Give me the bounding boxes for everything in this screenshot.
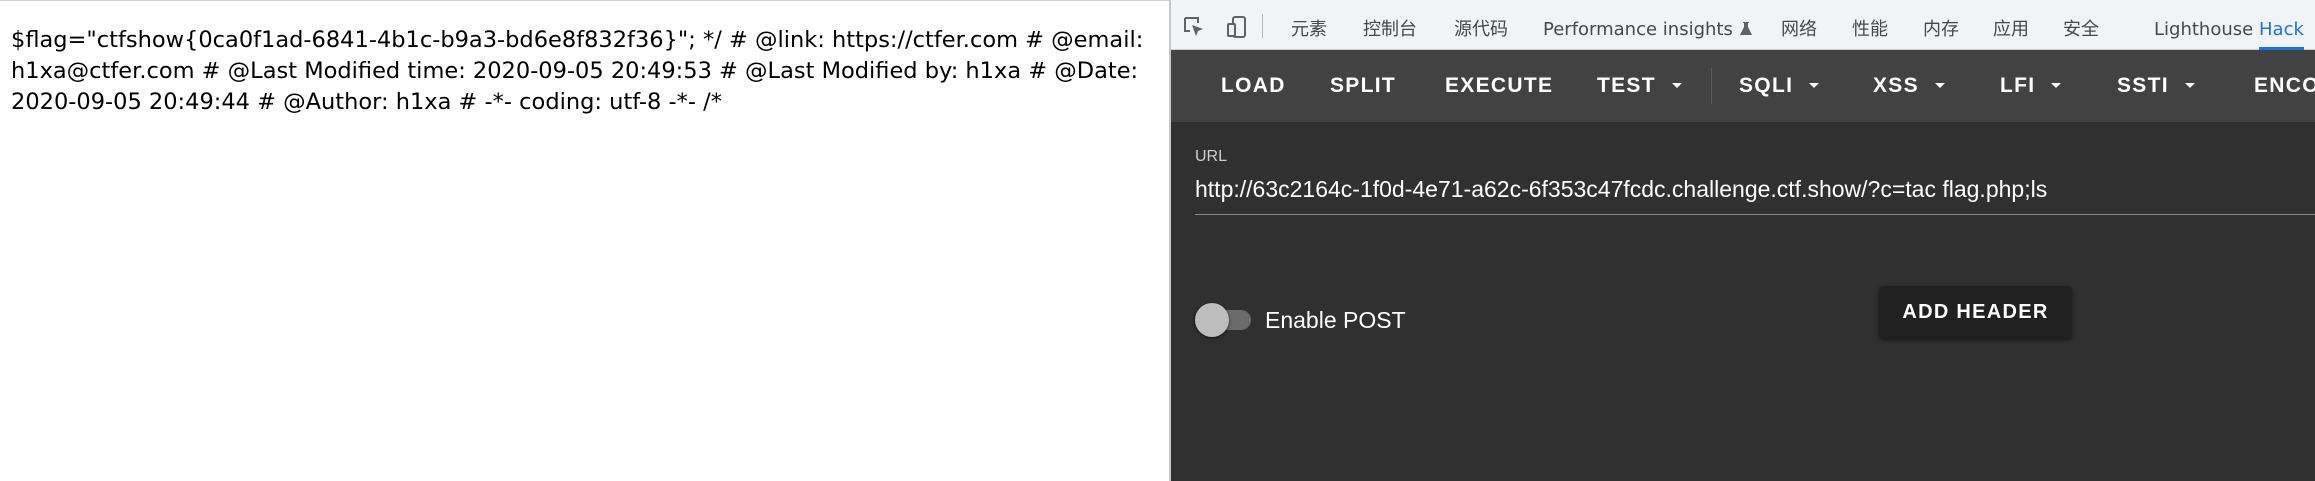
page-content-pane: $flag="ctfshow{0ca0f1ad-6841-4b1c-b9a3-b… (0, 0, 1170, 481)
toolbar-separator (1711, 68, 1712, 104)
dropdown-caret-icon (1809, 83, 1820, 88)
enable-post-toggle[interactable] (1195, 300, 1257, 340)
tab-performance-insights[interactable]: Performance insights (1543, 0, 1753, 50)
split-button[interactable]: SPLIT (1330, 62, 1396, 110)
enable-post-label: Enable POST (1265, 307, 1406, 333)
hackbar-panel: LOAD SPLIT EXECUTE TEST SQLI XSS LFI SST… (1171, 50, 2315, 481)
encoding-menu-button[interactable]: ENCO (2254, 62, 2315, 110)
tab-hackbar[interactable]: Hack (2259, 0, 2304, 50)
tab-performance[interactable]: 性能 (1852, 0, 1888, 50)
ssti-menu-button[interactable]: SSTI (2117, 62, 2195, 110)
toolbar-separator (1262, 14, 1263, 38)
ssti-menu-label: SSTI (2117, 74, 2169, 97)
inspect-element-icon[interactable] (1181, 14, 1207, 40)
xss-menu-label: XSS (1873, 74, 1919, 97)
tab-security[interactable]: 安全 (2063, 0, 2099, 50)
test-menu-button[interactable]: TEST (1597, 62, 1682, 110)
device-toolbar-icon[interactable] (1225, 14, 1251, 40)
lfi-menu-label: LFI (2000, 74, 2036, 97)
tab-performance-insights-label: Performance insights (1543, 19, 1733, 40)
lfi-menu-button[interactable]: LFI (2000, 62, 2062, 110)
toggle-thumb (1195, 303, 1229, 337)
load-button[interactable]: LOAD (1221, 62, 1286, 110)
devtools-tab-bar: 元素 控制台 源代码 Performance insights 网络 性能 内存… (1171, 0, 2315, 50)
dropdown-caret-icon (1934, 83, 1945, 88)
execute-button[interactable]: EXECUTE (1445, 62, 1553, 110)
devtools-panel: 元素 控制台 源代码 Performance insights 网络 性能 内存… (1171, 0, 2315, 481)
page-body-text: $flag="ctfshow{0ca0f1ad-6841-4b1c-b9a3-b… (11, 27, 1144, 115)
tab-lighthouse[interactable]: Lighthouse (2154, 0, 2253, 50)
dropdown-caret-icon (2184, 83, 2195, 88)
hackbar-toolbar: LOAD SPLIT EXECUTE TEST SQLI XSS LFI SST… (1171, 50, 2315, 122)
sqli-menu-button[interactable]: SQLI (1739, 62, 1820, 110)
tab-application[interactable]: 应用 (1993, 0, 2029, 50)
xss-menu-button[interactable]: XSS (1873, 62, 1945, 110)
url-input[interactable]: http://63c2164c-1f0d-4e71-a62c-6f353c47f… (1195, 176, 2305, 203)
tab-network[interactable]: 网络 (1781, 0, 1817, 50)
tab-elements[interactable]: 元素 (1291, 0, 1327, 50)
dropdown-caret-icon (1671, 83, 1682, 88)
dropdown-caret-icon (2051, 83, 2062, 88)
tab-sources[interactable]: 源代码 (1454, 0, 1508, 50)
add-header-button[interactable]: ADD HEADER (1879, 286, 2072, 338)
url-label: URL (1195, 148, 1228, 165)
tab-memory[interactable]: 内存 (1923, 0, 1959, 50)
sqli-menu-label: SQLI (1739, 74, 1794, 97)
tab-console[interactable]: 控制台 (1363, 0, 1417, 50)
test-menu-label: TEST (1597, 74, 1656, 97)
url-input-underline (1195, 214, 2315, 215)
